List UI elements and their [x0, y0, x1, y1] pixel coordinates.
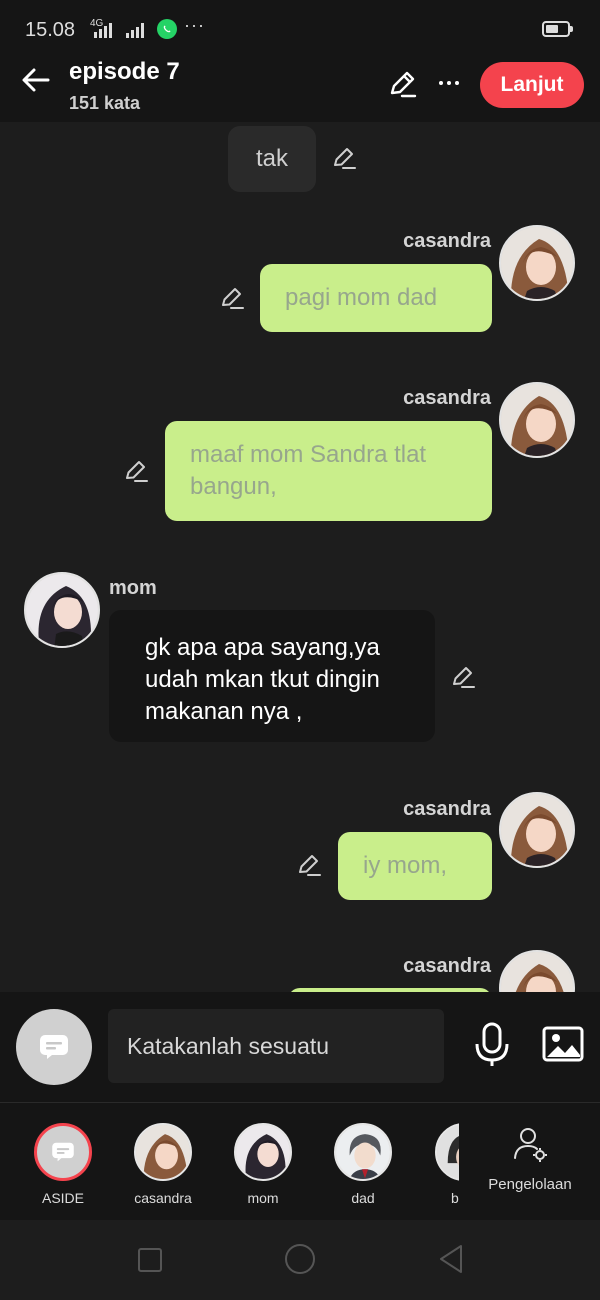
- casandra-avatar-icon: [134, 1123, 192, 1181]
- message-text: gk apa apa sayang,ya udah mkan tkut ding…: [145, 634, 380, 725]
- casandra-avatar-icon: [501, 952, 573, 992]
- speaker-name: casandra: [403, 387, 491, 409]
- manage-label: Pengelolaan: [488, 1176, 572, 1193]
- character-label: ASIDE: [41, 1190, 84, 1206]
- edit-message-icon[interactable]: [330, 144, 358, 172]
- character-mom[interactable]: mom: [223, 1123, 303, 1206]
- message-text: iy mom,: [363, 852, 447, 879]
- casandra-avatar-icon: [501, 794, 573, 866]
- back-arrow-icon[interactable]: [18, 62, 54, 98]
- character-b[interactable]: b: [423, 1123, 459, 1206]
- recents-icon[interactable]: [138, 1248, 162, 1272]
- avatar[interactable]: [499, 950, 575, 992]
- avatar[interactable]: [499, 792, 575, 868]
- message-text: maaf mom Sandra tlat bangun,: [190, 441, 427, 500]
- whatsapp-icon: [157, 19, 177, 39]
- message-input[interactable]: [108, 1009, 444, 1083]
- character-label: mom: [247, 1190, 279, 1206]
- signal-icon: [126, 22, 144, 38]
- edit-message-icon[interactable]: [122, 457, 150, 485]
- more-notifications-icon: ···: [184, 15, 205, 35]
- edit-message-icon[interactable]: [218, 284, 246, 312]
- character-label: casandra: [134, 1190, 192, 1206]
- home-icon[interactable]: [285, 1244, 315, 1274]
- battery-icon: [542, 21, 573, 37]
- status-time: 15.08: [25, 19, 76, 41]
- character-tray: ASIDE casandra mom dad b Pengelolaan: [0, 1102, 600, 1220]
- mom-avatar-icon: [234, 1123, 292, 1181]
- aside-toggle-button[interactable]: [16, 1009, 92, 1085]
- microphone-icon[interactable]: [472, 1022, 512, 1068]
- narration-bubble[interactable]: tak: [228, 126, 316, 192]
- speaker-name: casandra: [403, 798, 491, 820]
- episode-title: episode 7: [69, 58, 180, 85]
- chat-area: tak casandra pagi mom dad casandra maaf …: [0, 122, 600, 992]
- dad-avatar-icon: [334, 1123, 392, 1181]
- casandra-avatar-icon: [501, 384, 573, 456]
- character-label: dad: [351, 1190, 375, 1206]
- edit-icon[interactable]: [386, 68, 418, 100]
- nav-back-icon[interactable]: [437, 1244, 465, 1274]
- image-icon[interactable]: [542, 1026, 584, 1062]
- system-nav-bar: [0, 1220, 600, 1300]
- signal-icon: [94, 22, 112, 38]
- chat-bubble-icon: [40, 1035, 68, 1059]
- message-bubble[interactable]: maaf mom Sandra tlat bangun,: [165, 421, 492, 521]
- message-text: tak: [256, 145, 289, 172]
- message-bubble[interactable]: gk apa apa sayang,ya udah mkan tkut ding…: [109, 610, 435, 742]
- avatar[interactable]: [499, 225, 575, 301]
- aside-icon: [34, 1123, 92, 1181]
- casandra-avatar-icon: [501, 227, 573, 299]
- speaker-name: casandra: [403, 230, 491, 252]
- message-composer: [0, 992, 600, 1102]
- character-aside[interactable]: ASIDE: [23, 1123, 103, 1206]
- character-dad[interactable]: dad: [323, 1123, 403, 1206]
- speaker-name: mom: [109, 577, 157, 599]
- manage-characters-button[interactable]: Pengelolaan: [480, 1125, 580, 1193]
- episode-header: episode 7 151 kata Lanjut: [0, 44, 600, 122]
- message-bubble[interactable]: iy mom,: [338, 832, 492, 900]
- edit-message-icon[interactable]: [449, 663, 477, 691]
- avatar[interactable]: [24, 572, 100, 648]
- speaker-name: casandra: [403, 955, 491, 977]
- character-avatar-icon: [435, 1123, 459, 1181]
- edit-message-icon[interactable]: [295, 851, 323, 879]
- more-options-icon[interactable]: [434, 68, 464, 98]
- word-count: 151 kata: [69, 93, 141, 113]
- mom-avatar-icon: [26, 574, 98, 646]
- user-settings-icon: [514, 1128, 547, 1162]
- avatar[interactable]: [499, 382, 575, 458]
- character-label: b: [451, 1190, 459, 1206]
- message-bubble[interactable]: pagi mom dad: [260, 264, 492, 332]
- message-text: pagi mom dad: [285, 284, 438, 311]
- character-casandra[interactable]: casandra: [123, 1123, 203, 1206]
- next-button[interactable]: Lanjut: [480, 62, 584, 108]
